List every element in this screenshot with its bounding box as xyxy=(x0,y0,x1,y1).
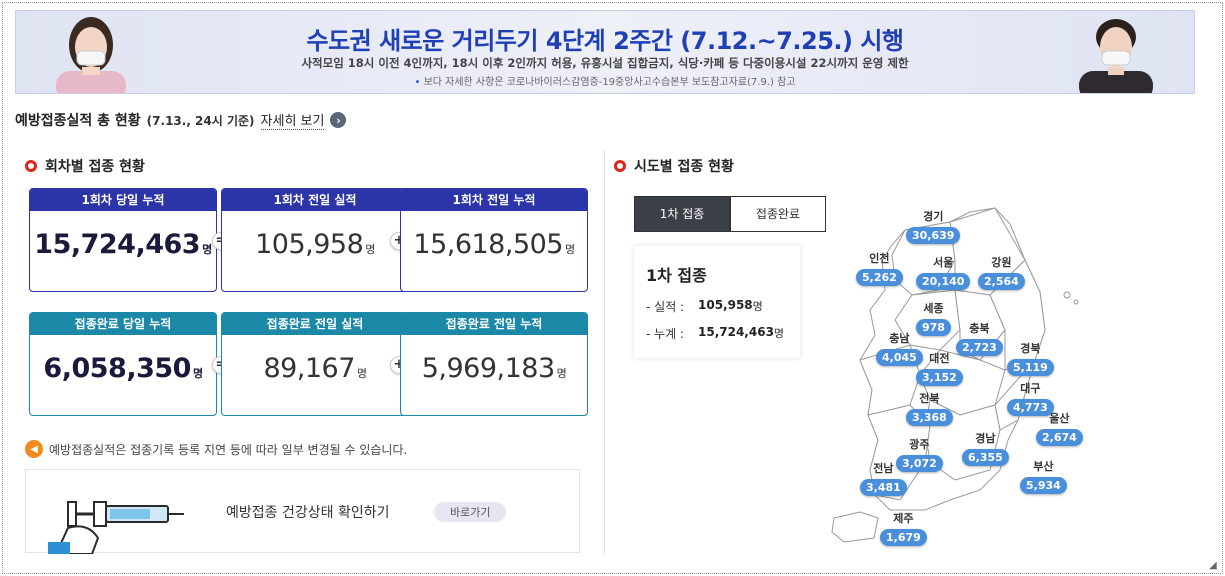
notice: ◀ 예방접종실적은 접종기록 등록 지연 등에 따라 일부 변경될 수 있습니다… xyxy=(25,440,407,458)
region-value-pill: 1,679 xyxy=(880,529,927,546)
more-link[interactable]: 자세히 보기 xyxy=(260,110,325,130)
region-value-pill: 20,140 xyxy=(916,273,971,290)
card-label: 접종완료 전일 실적 xyxy=(222,313,408,335)
banner-subtitle: 사적모임 18시 이전 4인까지, 18시 이후 2인까지 허용, 유흥시설 집… xyxy=(301,56,909,70)
bullet-icon: • xyxy=(414,77,424,88)
card-value: 89,167 명 xyxy=(263,353,367,384)
region-gyeongnam[interactable]: 경남 6,355 xyxy=(962,430,1009,466)
region-value-pill: 6,355 xyxy=(962,449,1009,466)
region-jeonbuk[interactable]: 전북 3,368 xyxy=(906,390,953,426)
card-label: 1회차 당일 누적 xyxy=(30,189,216,211)
card-label: 1회차 전일 누적 xyxy=(401,189,587,211)
card-label: 접종완료 전일 누적 xyxy=(401,313,587,335)
card-complete-prev-day: 접종완료 전일 실적 89,167 명 xyxy=(221,312,409,416)
health-check-banner[interactable]: 예방접종 건강상태 확인하기 바로가기 xyxy=(25,469,580,554)
region-gyeongbuk[interactable]: 경북 5,119 xyxy=(1007,340,1054,376)
total-row: - 누계 : 15,724,463 명 xyxy=(646,325,788,342)
card-label: 접종완료 당일 누적 xyxy=(30,313,216,335)
region-incheon[interactable]: 인천 5,262 xyxy=(856,250,903,286)
region-gangwon[interactable]: 강원 2,564 xyxy=(978,254,1025,290)
region-section-label: 시도별 접종 현황 xyxy=(634,159,734,175)
region-value-pill: 30,639 xyxy=(906,227,961,244)
speaker-icon: ◀ xyxy=(25,440,43,458)
banner-note-text: 보다 자세한 사항은 코로나바이러스감염증-19중앙사고수습본부 보도참고자료(… xyxy=(423,77,796,88)
dose-summary-box: 1차 접종 - 실적 : 105,958 명 - 누계 : 15,724,463 명 xyxy=(634,246,800,358)
actual-row: - 실적 : 105,958 명 xyxy=(646,298,788,315)
banner-note: • 보다 자세한 사항은 코로나바이러스감염증-19중앙사고수습본부 보도참고자… xyxy=(16,73,1194,88)
go-button[interactable]: 바로가기 xyxy=(434,502,507,522)
region-seoul[interactable]: 서울 20,140 xyxy=(916,254,971,290)
dose-section-label: 회차별 접종 현황 xyxy=(45,159,145,175)
chevron-right-icon[interactable]: › xyxy=(330,112,347,128)
summary-date: (7.13., 24시 기준) xyxy=(146,113,255,128)
actual-value: 105,958 xyxy=(698,298,753,312)
region-gyeonggi[interactable]: 경기 30,639 xyxy=(906,208,961,244)
dose-section-title: 회차별 접종 현황 xyxy=(25,156,145,176)
tab-complete[interactable]: 접종완료 xyxy=(730,196,826,232)
region-tabs: 1차 접종 접종완료 xyxy=(634,196,826,232)
resize-handle-icon[interactable]: ◢ xyxy=(1209,560,1217,571)
region-value-pill: 5,119 xyxy=(1007,359,1054,376)
banner[interactable]: 수도권 새로운 거리두기 4단계 2주간 (7.12.~7.25.) 시행 사적… xyxy=(15,10,1195,94)
region-jeju[interactable]: 제주 1,679 xyxy=(880,510,927,546)
notice-text: 예방접종실적은 접종기록 등록 지연 등에 따라 일부 변경될 수 있습니다. xyxy=(49,442,408,457)
total-value: 15,724,463 xyxy=(698,325,774,339)
region-value-pill: 2,564 xyxy=(978,273,1025,290)
region-busan[interactable]: 부산 5,934 xyxy=(1020,458,1067,494)
region-section-title: 시도별 접종 현황 xyxy=(614,156,734,176)
region-value-pill: 5,934 xyxy=(1020,477,1067,494)
tab-dose1[interactable]: 1차 접종 xyxy=(634,196,730,232)
banner-title: 수도권 새로운 거리두기 4단계 2주간 (7.12.~7.25.) 시행 xyxy=(306,27,904,55)
korea-map: 경기 30,639 인천 5,262 서울 20,140 강원 2,564 세종 978 … xyxy=(830,200,1090,555)
card-value: 5,969,183 명 xyxy=(421,353,567,384)
dose-box-title: 1차 접종 xyxy=(646,266,707,285)
summary-heading: 예방접종실적 총 현황 (7.13., 24시 기준) 자세히 보기 › xyxy=(15,110,347,130)
region-value-pill: 2,674 xyxy=(1036,429,1083,446)
circle-bullet-icon xyxy=(25,160,37,172)
man-mask-image xyxy=(1079,19,1153,93)
card-dose1-today-total: 1회차 당일 누적 15,724,463 명 xyxy=(29,188,217,292)
region-value-pill: 3,481 xyxy=(860,479,907,496)
region-ulsan[interactable]: 울산 2,674 xyxy=(1036,410,1083,446)
card-dose1-prev-total: 1회차 전일 누적 15,618,505 명 xyxy=(400,188,588,292)
region-value-pill: 5,262 xyxy=(856,269,903,286)
region-value-pill: 3,368 xyxy=(906,409,953,426)
circle-bullet-icon xyxy=(614,160,626,172)
region-value-pill: 2,723 xyxy=(956,339,1003,356)
actual-label: - 실적 : xyxy=(646,300,685,314)
card-value: 15,618,505 명 xyxy=(413,229,575,260)
syringe-icon xyxy=(48,501,184,554)
card-value: 6,058,350 명 xyxy=(43,353,203,384)
card-label: 1회차 전일 실적 xyxy=(222,189,408,211)
region-daejeon[interactable]: 대전 3,152 xyxy=(916,350,963,386)
card-complete-prev-total: 접종완료 전일 누적 5,969,183 명 xyxy=(400,312,588,416)
unit: 명 xyxy=(773,327,785,340)
total-label: - 누계 : xyxy=(646,327,685,341)
card-value: 105,958 명 xyxy=(255,229,375,260)
card-complete-today-total: 접종완료 당일 누적 6,058,350 명 xyxy=(29,312,217,416)
divider xyxy=(604,150,605,555)
card-dose1-prev-day: 1회차 전일 실적 105,958 명 xyxy=(221,188,409,292)
region-value-pill: 3,152 xyxy=(916,369,963,386)
region-chungbuk[interactable]: 충북 2,723 xyxy=(956,320,1003,356)
card-value: 15,724,463 명 xyxy=(34,229,212,260)
health-check-label: 예방접종 건강상태 확인하기 xyxy=(226,505,390,521)
summary-title: 예방접종실적 총 현황 xyxy=(15,113,141,129)
unit: 명 xyxy=(752,300,763,313)
region-jeonnam[interactable]: 전남 3,481 xyxy=(860,460,907,496)
